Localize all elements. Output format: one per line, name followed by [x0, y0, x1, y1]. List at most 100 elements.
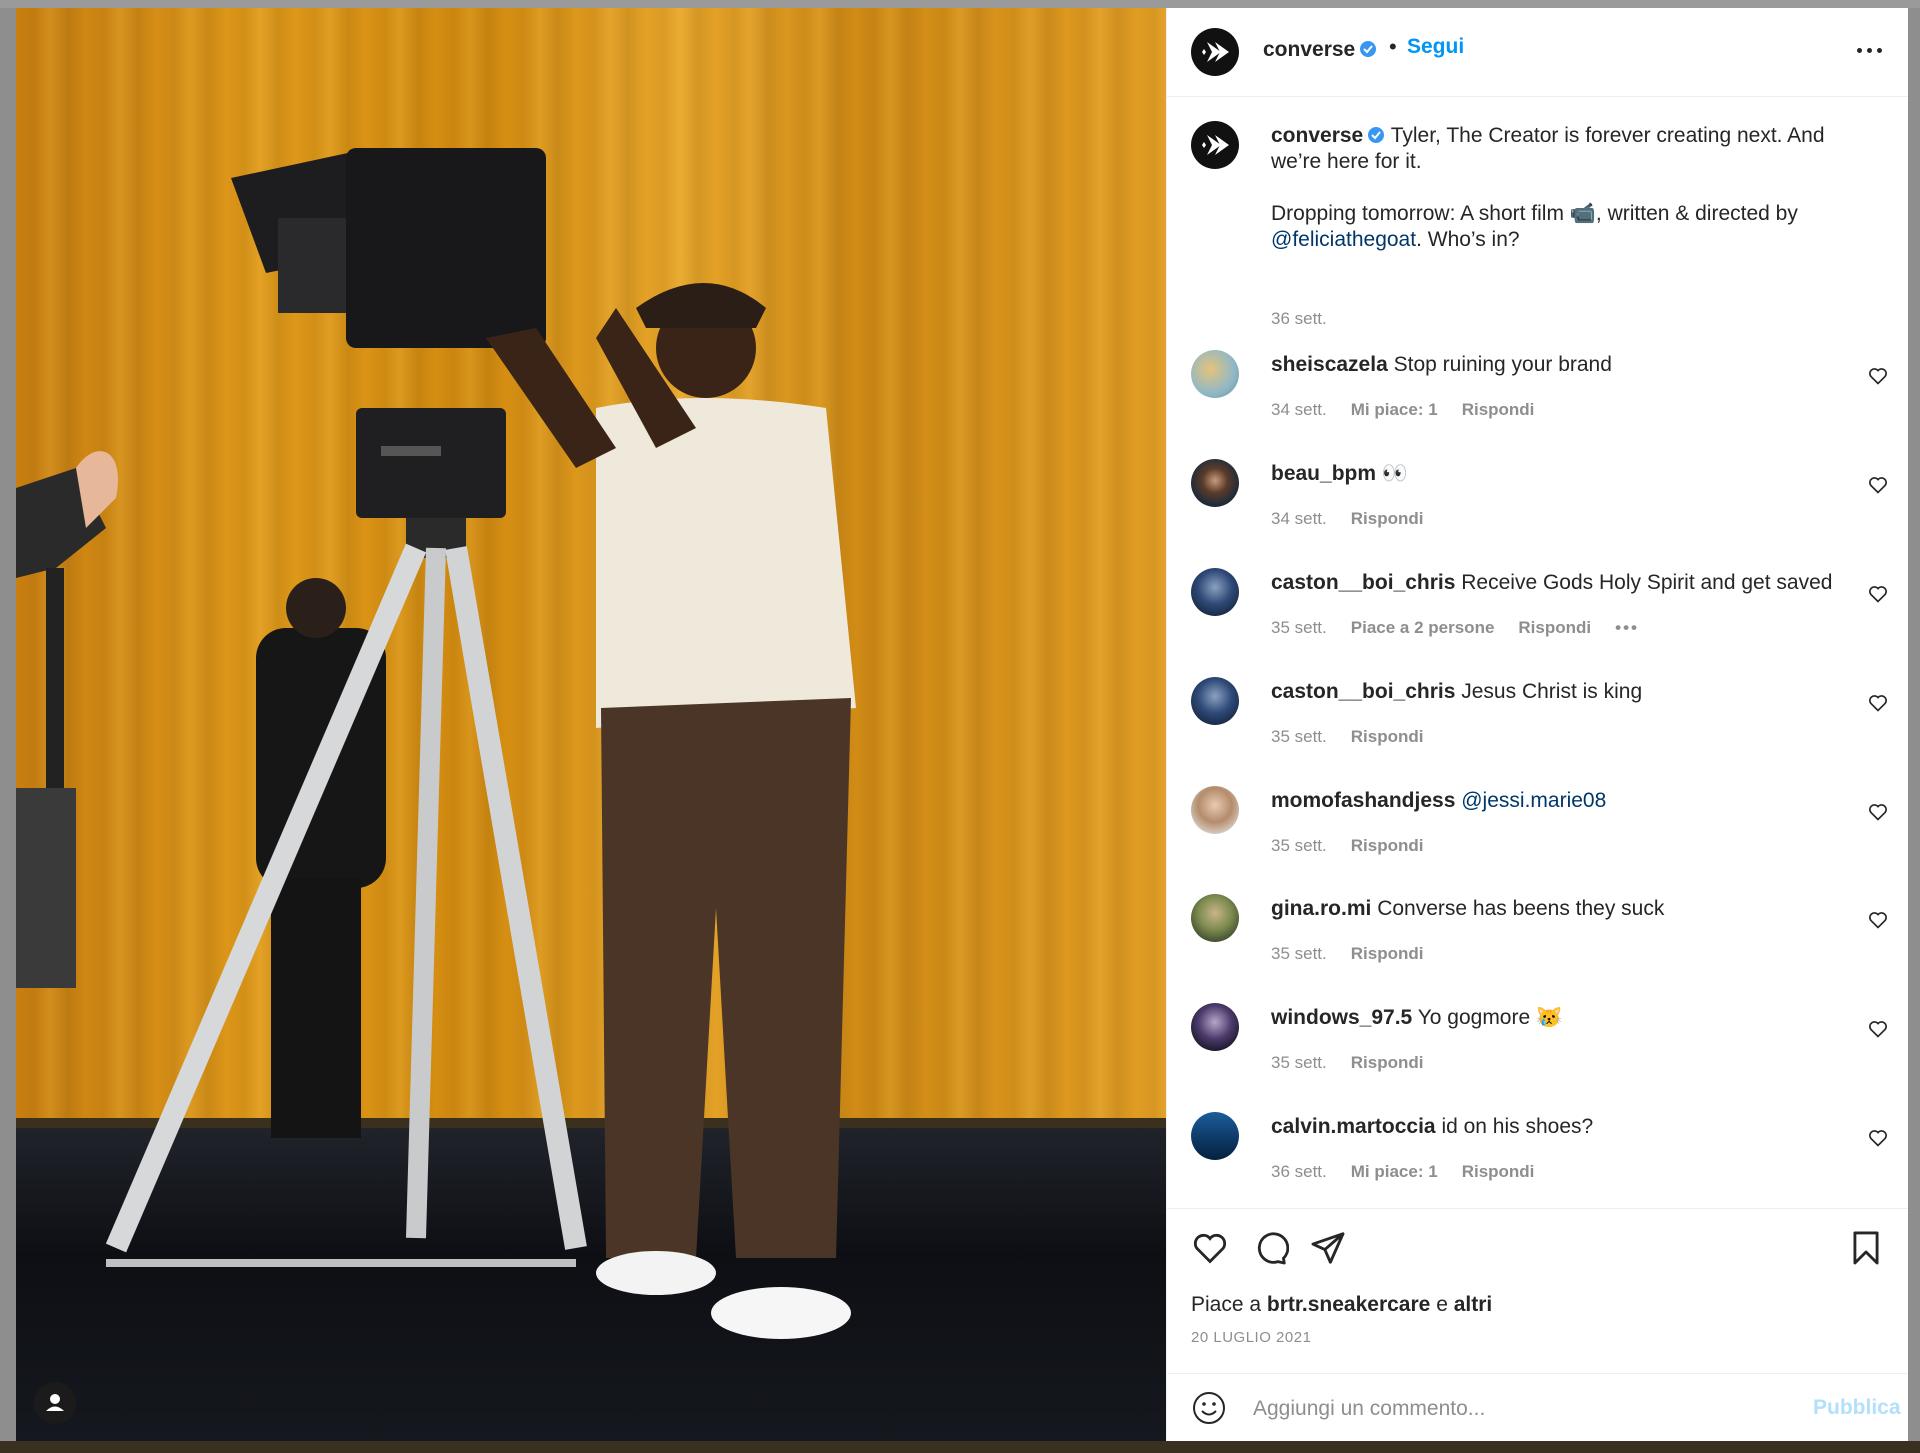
reply-button[interactable]: Rispondi [1518, 618, 1591, 637]
heart-icon[interactable] [1868, 910, 1888, 930]
comment-avatar[interactable] [1191, 350, 1239, 398]
comment-item: sheiscazela Stop ruining your brand 34 s… [1191, 350, 1891, 450]
comment-likes[interactable]: Mi piace: 1 [1351, 1162, 1438, 1181]
comment-avatar[interactable] [1191, 786, 1239, 834]
comment-avatar[interactable] [1191, 1112, 1239, 1160]
reply-button[interactable]: Rispondi [1351, 509, 1424, 528]
comment-time: 35 sett. [1271, 836, 1327, 855]
comment-username[interactable]: momofashandjess [1271, 789, 1455, 812]
comment-avatar[interactable] [1191, 568, 1239, 616]
heart-icon[interactable] [1191, 1229, 1229, 1267]
reply-button[interactable]: Rispondi [1462, 400, 1535, 419]
comment-time: 35 sett. [1271, 1053, 1327, 1072]
comment-text-row: beau_bpm 👀 [1271, 461, 1831, 487]
comment-time: 34 sett. [1271, 509, 1327, 528]
comment-avatar[interactable] [1191, 894, 1239, 942]
comment-likes[interactable]: Piace a 2 persone [1351, 618, 1495, 637]
heart-icon[interactable] [1868, 1128, 1888, 1148]
bookmark-icon[interactable] [1847, 1229, 1885, 1267]
likes-others[interactable]: altri [1454, 1293, 1493, 1316]
add-comment-bar: Pubblica [1167, 1373, 1908, 1441]
caption-username[interactable]: converse [1271, 124, 1363, 147]
comment-username[interactable]: gina.ro.mi [1271, 897, 1371, 920]
header-separator: • [1389, 34, 1397, 59]
camera-mount [356, 408, 506, 518]
comment-meta: 35 sett. Rispondi [1271, 727, 1447, 747]
comment-mention-link[interactable]: @jessi.marie08 [1461, 789, 1606, 812]
comment-text-row: caston__boi_chris Jesus Christ is king [1271, 679, 1831, 705]
verified-badge-icon [1368, 127, 1385, 143]
reply-button[interactable]: Rispondi [1351, 944, 1424, 963]
more-options-icon[interactable] [1857, 38, 1885, 62]
heart-icon[interactable] [1868, 475, 1888, 495]
comment-meta: 34 sett. Mi piace: 1 Rispondi [1271, 400, 1558, 420]
comment-avatar[interactable] [1191, 677, 1239, 725]
likes-prefix: Piace a [1191, 1293, 1262, 1316]
comment-meta: 35 sett. Rispondi [1271, 1053, 1447, 1073]
converse-logo-icon[interactable] [1191, 28, 1239, 76]
caption-avatar-icon[interactable] [1191, 121, 1239, 169]
caption-paragraph-2: Dropping tomorrow: A short film 📹, writt… [1271, 201, 1871, 253]
caption-timestamp: 36 sett. [1271, 309, 1327, 328]
crew-head [286, 578, 346, 638]
comment-meta: 36 sett. Mi piace: 1 Rispondi [1271, 1162, 1558, 1182]
share-icon[interactable] [1309, 1229, 1347, 1267]
comment-body: Converse has beens they suck [1377, 897, 1665, 920]
likes-user[interactable]: brtr.sneakercare [1267, 1293, 1430, 1316]
person-cap [636, 283, 766, 328]
post-header: converse • Segui [1167, 8, 1908, 97]
heart-icon[interactable] [1868, 1019, 1888, 1039]
caption-mention-link[interactable]: @feliciathegoat [1271, 228, 1416, 251]
page-backdrop-bottom [0, 1441, 1920, 1453]
comment-username[interactable]: beau_bpm [1271, 462, 1376, 485]
emoji-icon[interactable] [1191, 1390, 1227, 1426]
left-equipment [16, 788, 76, 988]
post-side-panel: converse • Segui converse Tyler, The Cre… [1166, 8, 1908, 1441]
comment-icon[interactable] [1251, 1229, 1289, 1267]
comment-input[interactable] [1251, 1392, 1795, 1426]
comment-avatar[interactable] [1191, 1003, 1239, 1051]
user-tag-icon[interactable] [34, 1382, 76, 1424]
comment-username[interactable]: caston__boi_chris [1271, 680, 1455, 703]
comment-username[interactable]: sheiscazela [1271, 353, 1388, 376]
comment-time: 35 sett. [1271, 618, 1327, 637]
comment-time: 36 sett. [1271, 1162, 1327, 1181]
person-pants [601, 698, 851, 1258]
comment-more-options-icon[interactable]: ••• [1615, 618, 1639, 637]
likes-summary[interactable]: Piace a brtr.sneakercare e altri [1191, 1293, 1492, 1317]
header-username[interactable]: converse [1263, 38, 1355, 61]
comment-body: Jesus Christ is king [1461, 680, 1643, 703]
heart-icon[interactable] [1868, 584, 1888, 604]
comment-body: Receive Gods Holy Spirit and get saved [1461, 571, 1833, 594]
comment-username[interactable]: windows_97.5 [1271, 1006, 1412, 1029]
header-username-row[interactable]: converse [1263, 38, 1377, 62]
heart-icon[interactable] [1868, 693, 1888, 713]
post-photo[interactable] [16, 8, 1166, 1441]
comment-item: gina.ro.mi Converse has beens they suck … [1191, 894, 1891, 994]
page-backdrop-top [0, 0, 1920, 8]
comment-body: Yo gogmore 😿 [1417, 1006, 1563, 1029]
comment-avatar[interactable] [1191, 459, 1239, 507]
reply-button[interactable]: Rispondi [1351, 836, 1424, 855]
reply-button[interactable]: Rispondi [1462, 1162, 1535, 1181]
comment-likes[interactable]: Mi piace: 1 [1351, 400, 1438, 419]
shoe-right [711, 1287, 851, 1339]
reply-button[interactable]: Rispondi [1351, 1053, 1424, 1072]
comment-text-row: caston__boi_chris Receive Gods Holy Spir… [1271, 570, 1833, 596]
crew-legs [271, 878, 361, 1138]
comment-item: beau_bpm 👀 34 sett. Rispondi [1191, 459, 1891, 559]
caption-text: converse Tyler, The Creator is forever c… [1271, 123, 1871, 253]
post-date: 20 LUGLIO 2021 [1191, 1329, 1312, 1346]
comment-username[interactable]: caston__boi_chris [1271, 571, 1455, 594]
comment-text-row: momofashandjess @jessi.marie08 [1271, 788, 1831, 814]
follow-button[interactable]: Segui [1407, 35, 1464, 59]
comments-list[interactable]: converse Tyler, The Creator is forever c… [1167, 97, 1908, 1207]
reply-button[interactable]: Rispondi [1351, 727, 1424, 746]
comment-username[interactable]: calvin.martoccia [1271, 1115, 1436, 1138]
comment-time: 34 sett. [1271, 400, 1327, 419]
heart-icon[interactable] [1868, 802, 1888, 822]
comment-meta: 35 sett. Rispondi [1271, 836, 1447, 856]
heart-icon[interactable] [1868, 366, 1888, 386]
publish-button[interactable]: Pubblica [1813, 1396, 1901, 1420]
photo-scene [16, 148, 856, 1339]
